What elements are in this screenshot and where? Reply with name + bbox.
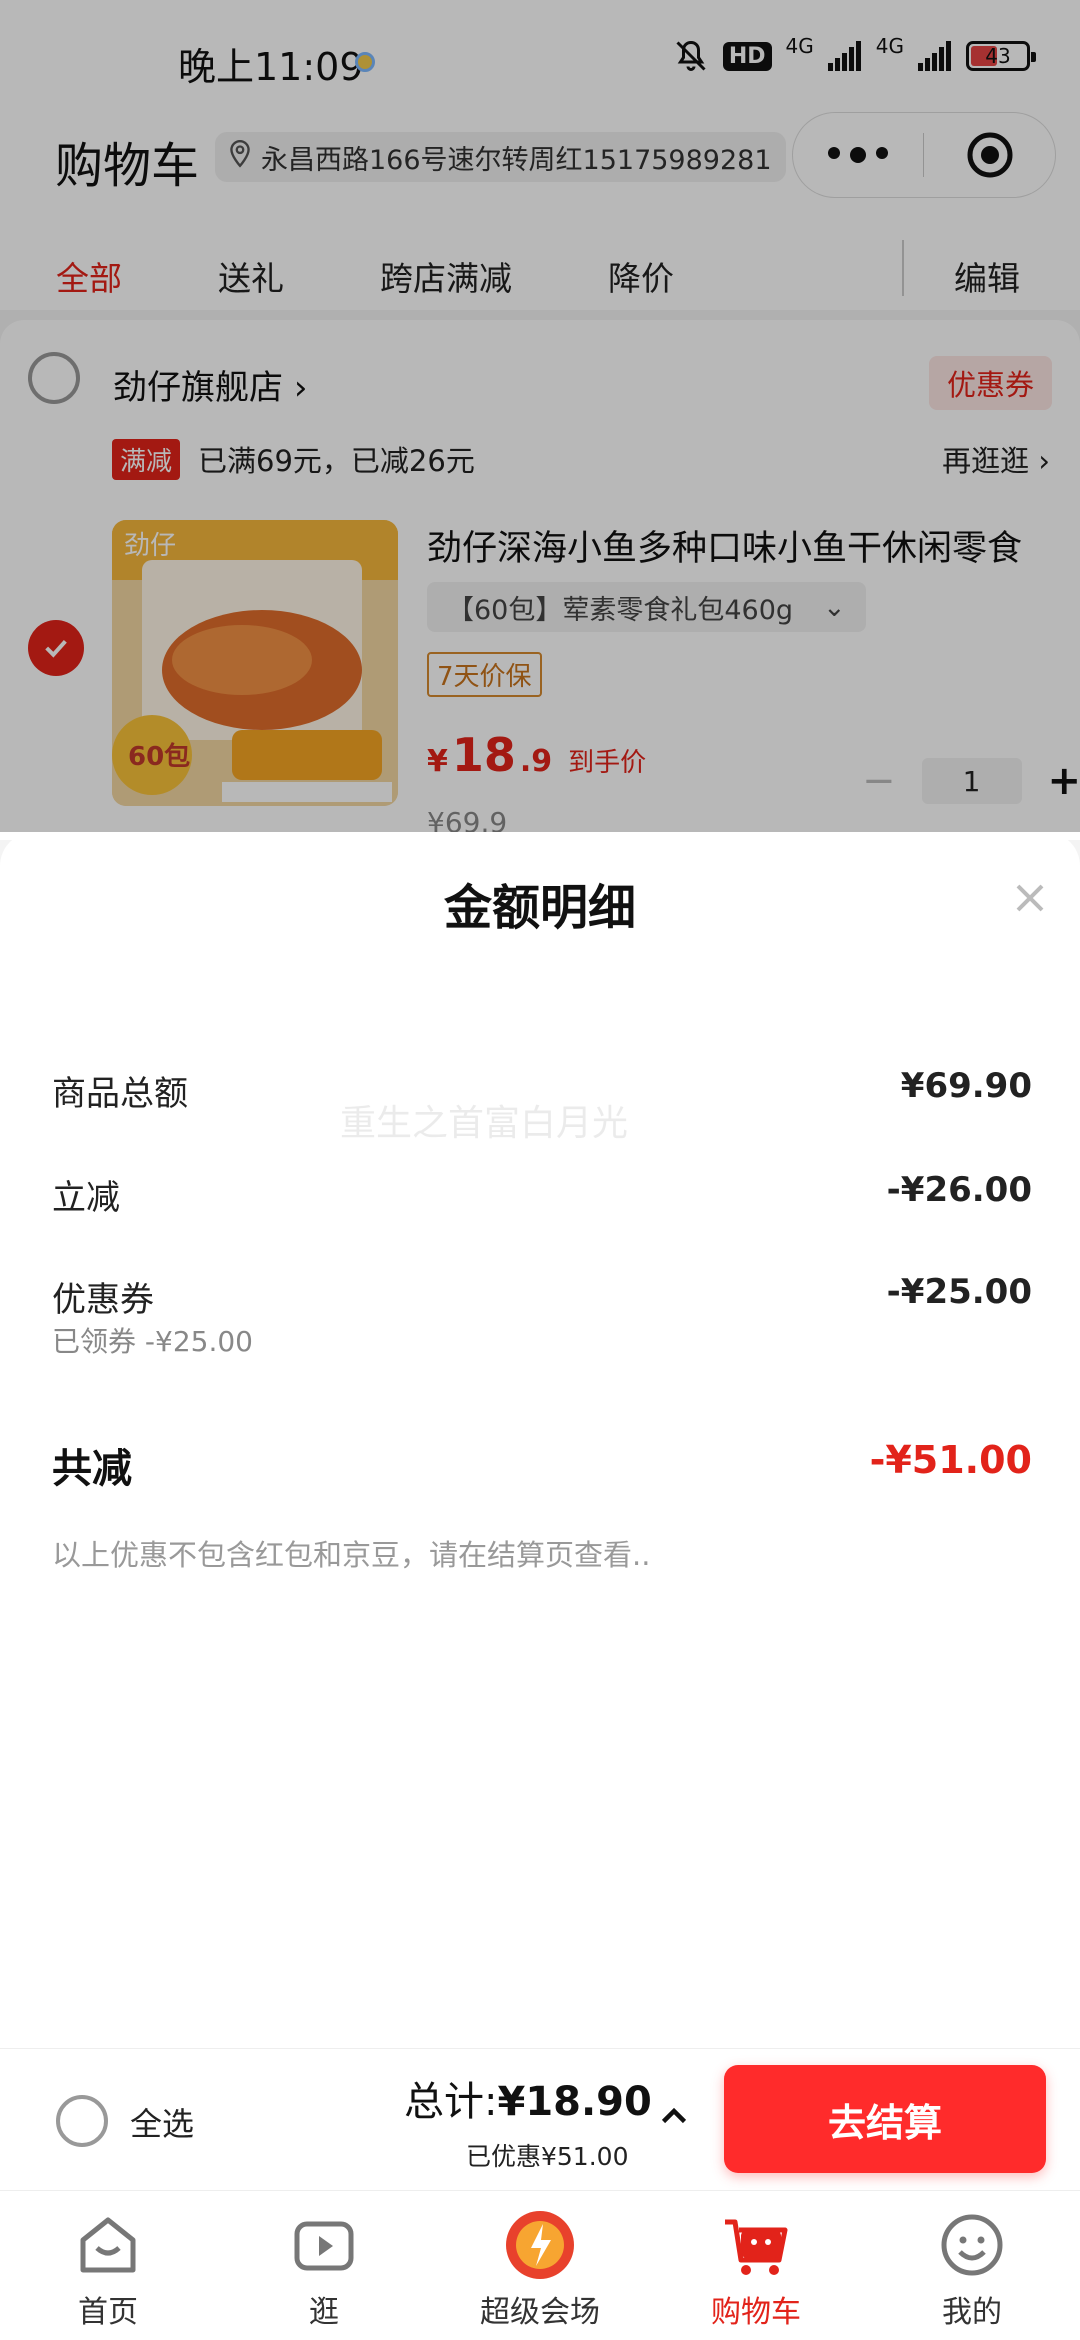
nav-home[interactable]: 首页 (0, 2191, 216, 2340)
nav-label-profile: 我的 (942, 2295, 1002, 2330)
checkout-button[interactable]: 去结算 (724, 2065, 1046, 2173)
cart-icon (718, 2207, 794, 2283)
modal-backdrop[interactable] (0, 0, 1080, 832)
amount-detail-sheet: 金额明细 重生之首富白月光 商品总额 ¥69.90 立减 -¥26.00 优惠券… (0, 832, 1080, 2048)
goods-total-value: ¥69.90 (900, 1066, 1032, 1106)
nav-profile[interactable]: 我的 (864, 2191, 1080, 2340)
nav-super-venue[interactable]: 超级会场 (432, 2191, 648, 2340)
video-icon (286, 2207, 362, 2283)
bottom-nav: 首页 逛 超级会场 购物车 我的 (0, 2190, 1080, 2340)
total-discount-label: 共减 (52, 1446, 132, 1492)
nav-cart[interactable]: 购物车 (648, 2191, 864, 2340)
checkout-bar: 全选 总计:¥18.90 已优惠¥51.00 去结算 (0, 2048, 1080, 2190)
super-venue-icon (502, 2207, 578, 2283)
coupon-label: 优惠券 (52, 1280, 154, 1320)
profile-icon (934, 2207, 1010, 2283)
total-line: 总计:¥18.90 (404, 2069, 652, 2127)
total-prefix: 总计: (404, 2079, 498, 2125)
coupon-value: -¥25.00 (886, 1272, 1032, 1312)
instant-discount-value: -¥26.00 (886, 1170, 1032, 1210)
nav-label-home: 首页 (78, 2295, 138, 2330)
discount-disclaimer: 以上优惠不包含红包和京豆，请在结算页查看.. (52, 1538, 651, 1572)
select-all-radio[interactable] (56, 2095, 108, 2147)
watermark-text: 重生之首富白月光 (340, 1103, 629, 1144)
saved-amount: 已优惠¥51.00 (466, 2142, 629, 2171)
home-icon (70, 2207, 146, 2283)
nav-label-super-venue: 超级会场 (480, 2295, 600, 2330)
close-icon[interactable] (1008, 876, 1052, 920)
nav-label-browse: 逛 (309, 2295, 339, 2330)
nav-browse[interactable]: 逛 (216, 2191, 432, 2340)
total-discount-value: -¥51.00 (869, 1438, 1032, 1482)
total-amount: ¥18.90 (497, 2079, 652, 2125)
nav-label-cart: 购物车 (711, 2295, 801, 2330)
chevron-up-icon[interactable] (656, 2099, 692, 2139)
instant-discount-label: 立减 (52, 1178, 120, 1218)
coupon-claimed-text: 已领券 -¥25.00 (52, 1325, 253, 1358)
select-all-label[interactable]: 全选 (130, 2099, 194, 2145)
goods-total-label: 商品总额 (52, 1074, 188, 1114)
sheet-title: 金额明细 (443, 880, 636, 936)
